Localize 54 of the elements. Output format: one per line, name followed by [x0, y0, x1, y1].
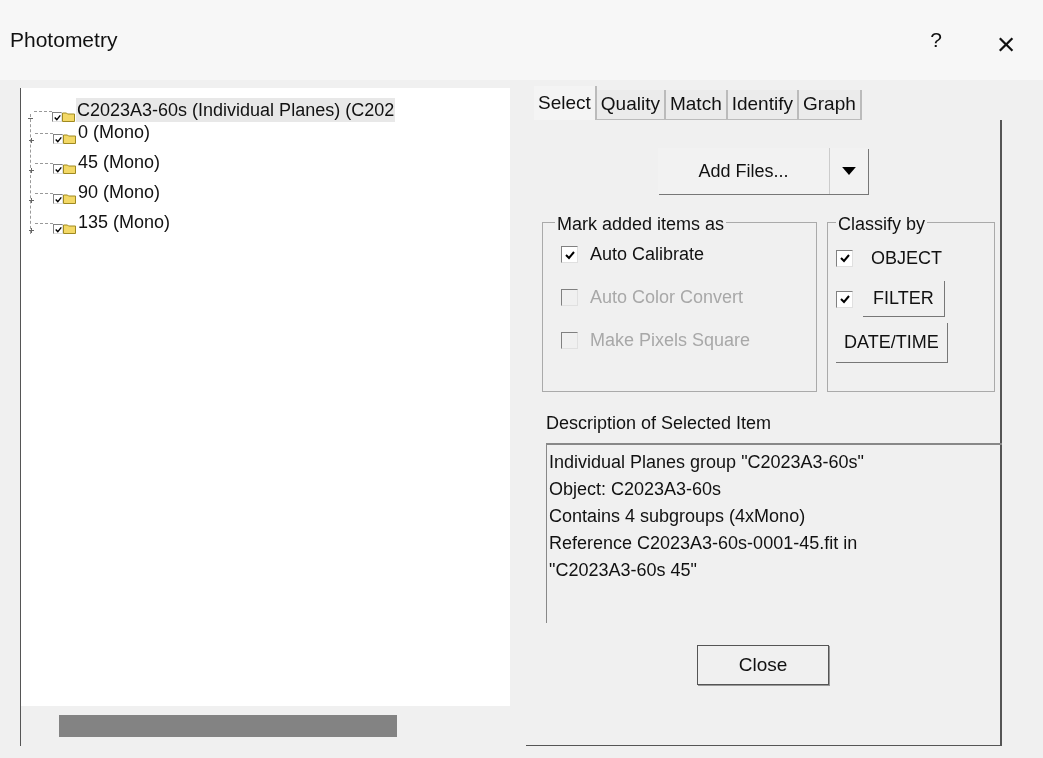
checkbox[interactable]: [52, 112, 62, 122]
checkbox[interactable]: [836, 249, 853, 267]
folder-icon: [62, 111, 76, 122]
close-dialog-button[interactable]: Close: [697, 645, 829, 685]
help-button[interactable]: ?: [911, 20, 961, 60]
tab[interactable]: Identify: [727, 90, 799, 120]
check-icon: [839, 253, 850, 263]
description-text: Object: C2023A3-60s: [549, 478, 723, 501]
description-text: Contains 4 subgroups (4xMono): [549, 505, 807, 528]
description-text: "C2023A3-60s 45": [549, 559, 698, 582]
checkbox-label: Auto Calibrate: [590, 243, 705, 266]
window-title: Photometry: [10, 27, 119, 54]
check-icon: [54, 195, 62, 203]
description-text: Reference C2023A3-60s-0001-45.fit in: [549, 532, 859, 555]
classify-button[interactable]: DATE/TIME: [836, 323, 948, 363]
description-text: Individual Planes group "C2023A3-60s": [549, 451, 865, 474]
folder-icon: [63, 163, 77, 174]
checkbox[interactable]: [53, 134, 63, 144]
collapse-icon[interactable]: [27, 115, 34, 122]
checkbox-label: OBJECT: [871, 246, 942, 270]
scrollbar-thumb[interactable]: [59, 715, 397, 737]
checkbox[interactable]: [53, 164, 63, 174]
close-button[interactable]: ×: [981, 20, 1031, 60]
checkbox-label: Make Pixels Square: [590, 329, 751, 352]
folder-icon: [63, 133, 77, 144]
check-icon: [54, 135, 62, 143]
expand-icon[interactable]: [28, 227, 35, 234]
checkbox[interactable]: [53, 194, 63, 204]
check-icon: [53, 113, 61, 121]
checkbox[interactable]: [836, 290, 853, 308]
check-icon: [564, 249, 575, 260]
classify-button[interactable]: FILTER: [863, 281, 945, 317]
tab[interactable]: Graph: [798, 90, 862, 120]
check-icon: [54, 165, 62, 173]
tree-item[interactable]: C2023A3-60s (Individual Planes) (C202: [76, 98, 396, 122]
tree-item[interactable]: 0 (Mono): [77, 120, 152, 144]
caret-icon: [842, 167, 856, 175]
expand-icon[interactable]: [28, 137, 35, 144]
tab[interactable]: Match: [665, 90, 728, 120]
expand-icon[interactable]: [28, 167, 35, 174]
check-icon: [839, 294, 850, 304]
checkbox[interactable]: [53, 224, 63, 234]
folder-icon: [63, 223, 77, 234]
tab[interactable]: Select: [534, 86, 597, 120]
check-icon: [54, 225, 62, 233]
expand-icon[interactable]: [28, 197, 35, 204]
description-label: Description of Selected Item: [546, 412, 773, 435]
tree-item[interactable]: 135 (Mono): [77, 210, 172, 234]
tree-item[interactable]: 90 (Mono): [77, 180, 162, 204]
tree-item[interactable]: 45 (Mono): [77, 150, 162, 174]
checkbox[interactable]: [561, 246, 578, 263]
checkbox-label: Auto Color Convert: [590, 286, 744, 309]
tab[interactable]: Quality: [596, 90, 666, 120]
folder-icon: [63, 193, 77, 204]
